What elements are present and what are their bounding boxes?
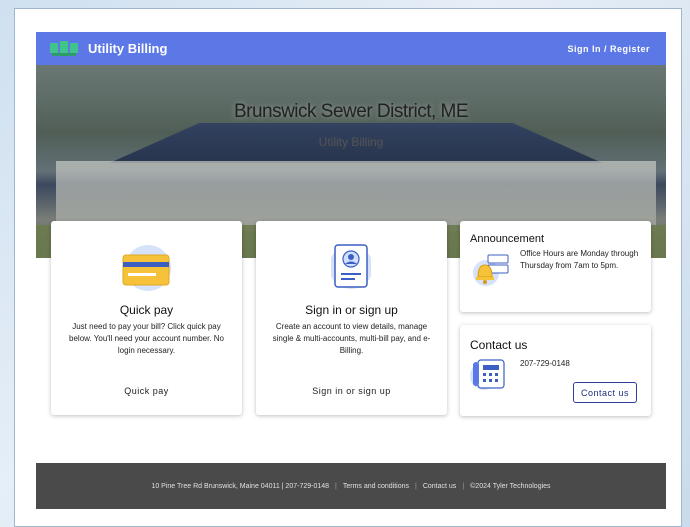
footer-separator: | [335,482,337,490]
sign-in-title: Sign in or sign up [305,303,398,317]
quick-pay-description: Just need to pay your bill? Click quick … [69,322,224,355]
announcement-text: Office Hours are Monday through Thursday… [520,249,639,270]
contact-us-button[interactable]: Contact us [573,382,637,403]
footer-separator: | [462,482,465,490]
contact-title: Contact us [470,338,528,352]
hero-title: Brunswick Sewer District, ME [233,101,469,122]
utility-logo-icon [50,40,78,57]
brand-name: Utility Billing [88,41,168,56]
brand[interactable]: Utility Billing [50,40,168,57]
announcement-title: Announcement [470,233,544,245]
sign-in-or-sign-up-button[interactable]: Sign in or sign up [312,386,391,396]
contact-card: Contact us 207-729-0148 Contact us [460,325,651,416]
credit-card-icon [122,254,170,286]
footer-separator: | [415,482,417,490]
quick-pay-button[interactable]: Quick pay [124,386,169,396]
hero-subtitle: Utility Billing [318,135,384,149]
terms-and-conditions-link[interactable]: Terms and conditions [343,483,409,490]
footer-copyright: ©2024 Tyler Technologies [470,482,551,490]
footer: 10 Pine Tree Rd Brunswick, Maine 04011 |… [36,463,666,509]
sign-in-description: Create an account to view details, manag… [272,322,431,355]
sign-in-register-link[interactable]: Sign In / Register [567,44,650,54]
user-badge-icon [331,244,371,289]
phone-icon [470,359,505,390]
bell-notification-icon [473,254,509,286]
sign-in-card: Sign in or sign up Create an account to … [256,221,447,415]
contact-phone: 207-729-0148 [520,359,570,368]
announcement-card: Announcement Office Hours are Monday thr… [460,221,651,312]
quick-pay-title: Quick pay [119,303,174,317]
footer-address: 10 Pine Tree Rd Brunswick, Maine 04011 |… [151,482,330,490]
quick-pay-card: Quick pay Just need to pay your bill? Cl… [51,221,242,415]
footer-contact-link[interactable]: Contact us [423,483,456,490]
top-navigation-bar: Utility Billing Sign In / Register [36,32,666,65]
